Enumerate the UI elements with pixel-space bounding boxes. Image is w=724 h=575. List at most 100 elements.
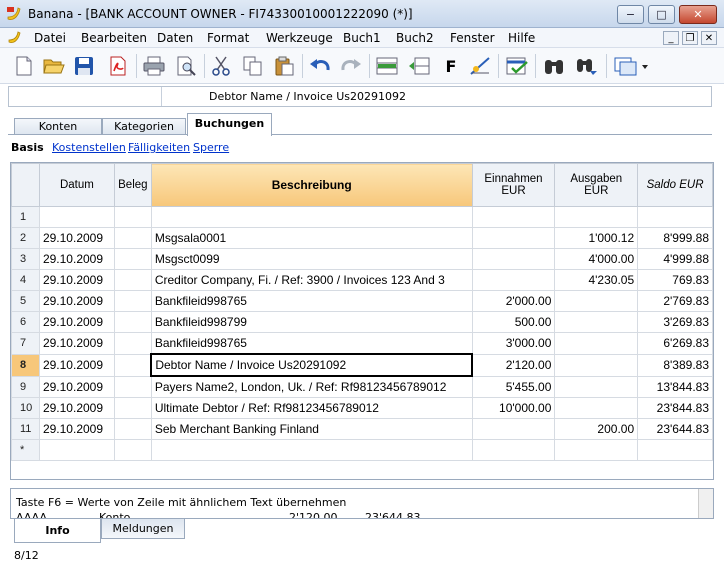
cell-description[interactable]: Bankfileid998799 [150,311,473,333]
maximize-button[interactable]: □ [648,5,675,24]
insert-row-icon[interactable] [375,54,399,78]
window-icon[interactable] [612,54,652,78]
cell-expense[interactable]: 1'000.12 [554,227,639,249]
minimize-button[interactable]: − [617,5,644,24]
row-number[interactable]: 6 [11,311,40,333]
undo-icon[interactable] [308,54,332,78]
cell-expense[interactable]: 200.00 [554,418,639,440]
view-sperre[interactable]: Sperre [193,141,229,154]
table-row[interactable]: 2 29.10.2009 Msgsala0001 1'000.12 8'999.88 [11,227,713,249]
cell-description[interactable]: Msgsala0001 [150,227,473,249]
row-number[interactable]: 4 [11,269,40,291]
print-preview-icon[interactable] [174,54,198,78]
cell-income[interactable]: 500.00 [471,311,556,333]
cell-doc[interactable] [113,269,152,291]
pdf-icon[interactable] [106,54,130,78]
cell-description[interactable]: Bankfileid998765 [150,290,473,312]
cell-income[interactable]: 2'120.00 [471,353,556,377]
save-icon[interactable] [72,54,96,78]
table-row[interactable]: 4 29.10.2009 Creditor Company, Fi. / Ref: … [11,269,713,291]
cell-date[interactable] [38,206,115,228]
cell-doc[interactable] [113,418,152,440]
cell-date[interactable]: 29.10.2009 [38,227,115,249]
cell-description[interactable] [150,439,473,461]
row-number[interactable]: * [11,439,40,461]
cell-date[interactable]: 29.10.2009 [38,353,115,377]
cut-icon[interactable] [209,54,233,78]
find-next-icon[interactable] [575,54,599,78]
cell-doc[interactable] [113,397,152,419]
cell-expense[interactable] [554,311,639,333]
cell-expense[interactable]: 4'230.05 [554,269,639,291]
cell-description[interactable]: Seb Merchant Banking Finland [150,418,473,440]
row-number[interactable]: 11 [11,418,40,440]
cell-income[interactable] [471,418,556,440]
font-icon[interactable]: F [439,54,463,78]
row-number[interactable]: 5 [11,290,40,312]
cell-address-field[interactable] [9,87,162,106]
menu-fenster[interactable]: Fenster [450,31,495,45]
cell-income[interactable] [471,206,556,228]
format-icon[interactable] [468,54,492,78]
add-row-icon[interactable] [407,54,431,78]
mdi-minimize-button[interactable]: _ [663,31,679,45]
cell-balance[interactable]: 8'389.83 [637,353,713,377]
header-ausgaben[interactable]: Ausgaben EUR [554,163,639,207]
cell-date[interactable]: 29.10.2009 [38,269,115,291]
cell-date[interactable] [38,439,115,461]
cell-income[interactable]: 2'000.00 [471,290,556,312]
tab-meldungen[interactable]: Meldungen [101,519,185,539]
menu-werkzeuge[interactable]: Werkzeuge [266,31,333,45]
cell-date[interactable]: 29.10.2009 [38,332,115,355]
cell-income[interactable] [471,439,556,461]
table-row[interactable]: 10 29.10.2009 Ultimate Debtor / Ref: Rf981… [11,397,713,419]
cell-date[interactable]: 29.10.2009 [38,375,115,398]
menu-bearbeiten[interactable]: Bearbeiten [81,31,147,45]
cell-balance[interactable]: 769.83 [637,269,713,291]
cell-balance[interactable] [637,439,713,461]
cell-doc[interactable] [113,227,152,249]
cell-doc[interactable] [113,332,152,355]
cell-income[interactable]: 5'455.00 [471,375,556,398]
find-icon[interactable] [542,54,566,78]
check-icon[interactable] [505,54,529,78]
cell-doc[interactable] [113,353,152,377]
cell-balance[interactable]: 8'999.88 [637,227,713,249]
view-kostenstellen[interactable]: Kostenstellen [52,141,126,154]
cell-income[interactable]: 3'000.00 [471,332,556,355]
cell-doc[interactable] [113,375,152,398]
table-row[interactable]: 3 29.10.2009 Msgsct0099 4'000.00 4'999.88 [11,248,713,270]
paste-icon[interactable] [272,54,296,78]
cell-expense[interactable] [554,206,639,228]
table-row[interactable]: 7 29.10.2009 Bankfileid998765 3'000.00 6'269… [11,332,713,355]
close-button[interactable]: ✕ [679,5,717,24]
cell-expense[interactable] [554,439,639,461]
cell-description[interactable]: Ultimate Debtor / Ref: Rf98123456789012 [150,397,473,419]
copy-icon[interactable] [241,54,265,78]
header-einnahmen[interactable]: Einnahmen EUR [471,163,556,207]
cell-content-field[interactable]: Debtor Name / Invoice Us20291092 [209,90,406,103]
row-number[interactable]: 3 [11,248,40,270]
cell-income[interactable] [471,269,556,291]
menu-daten[interactable]: Daten [157,31,193,45]
cell-description[interactable]: Bankfileid998765 [150,332,473,355]
view-faelligkeiten[interactable]: Fälligkeiten [128,141,190,154]
row-number[interactable]: 7 [11,332,40,355]
mdi-restore-button[interactable]: ❐ [682,31,698,45]
tab-konten[interactable]: Konten [14,118,102,135]
document-menu-icon[interactable] [7,31,23,45]
cell-balance[interactable]: 23'644.83 [637,418,713,440]
print-icon[interactable] [142,54,166,78]
menu-hilfe[interactable]: Hilfe [508,31,535,45]
tab-info[interactable]: Info [14,519,101,543]
menu-buch1[interactable]: Buch1 [343,31,381,45]
row-number[interactable]: 10 [11,397,40,419]
cell-balance[interactable] [637,206,713,228]
cell-description[interactable]: Debtor Name / Invoice Us20291092 [150,353,474,377]
row-number[interactable]: 2 [11,227,40,249]
view-basis[interactable]: Basis [11,141,44,154]
mdi-close-button[interactable]: ✕ [701,31,717,45]
cell-date[interactable]: 29.10.2009 [38,248,115,270]
cell-date[interactable]: 29.10.2009 [38,311,115,333]
menu-buch2[interactable]: Buch2 [396,31,434,45]
